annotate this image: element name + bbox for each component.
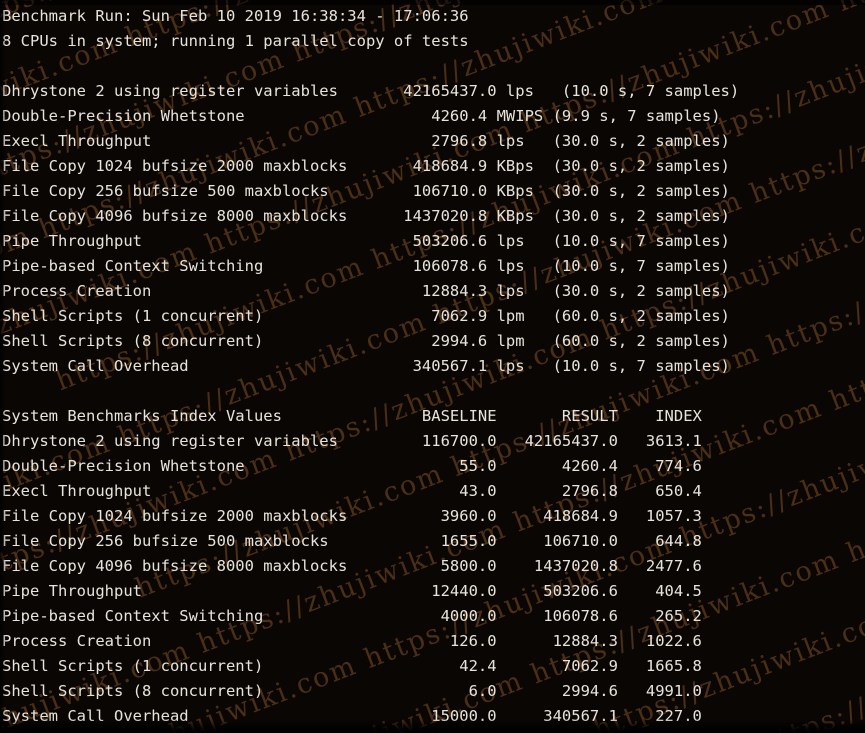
cpu-info-line: 8 CPUs in system; running 1 parallel cop… [2,32,469,50]
raw-result-row: Execl Throughput 2796.8 lps (30.0 s, 2 s… [2,132,730,150]
raw-result-row: Shell Scripts (1 concurrent) 7062.9 lpm … [2,307,730,325]
index-table-row: Pipe-based Context Switching 4000.0 1060… [2,607,702,625]
index-table-row: File Copy 256 bufsize 500 maxblocks 1655… [2,532,702,550]
raw-result-row: File Copy 4096 bufsize 8000 maxblocks 14… [2,207,730,225]
raw-result-row: Shell Scripts (8 concurrent) 2994.6 lpm … [2,332,730,350]
raw-result-row: System Call Overhead 340567.1 lps (10.0 … [2,357,730,375]
index-table-row: File Copy 1024 bufsize 2000 maxblocks 39… [2,507,702,525]
index-table-row: Shell Scripts (8 concurrent) 6.0 2994.6 … [2,682,702,700]
raw-result-row: Pipe-based Context Switching 106078.6 lp… [2,257,730,275]
index-table-row: Dhrystone 2 using register variables 116… [2,432,702,450]
raw-result-row: File Copy 256 bufsize 500 maxblocks 1067… [2,182,730,200]
index-table-row: System Call Overhead 15000.0 340567.1 22… [2,707,702,725]
raw-result-row: Dhrystone 2 using register variables 421… [2,82,740,100]
raw-result-row: Double-Precision Whetstone 4260.4 MWIPS … [2,107,721,125]
raw-result-row: File Copy 1024 bufsize 2000 maxblocks 41… [2,157,730,175]
index-table-row: File Copy 4096 bufsize 8000 maxblocks 58… [2,557,702,575]
benchmark-run-line: Benchmark Run: Sun Feb 10 2019 16:38:34 … [2,7,469,25]
index-table-row: Execl Throughput 43.0 2796.8 650.4 [2,482,702,500]
index-table-row: Double-Precision Whetstone 55.0 4260.4 7… [2,457,702,475]
raw-result-row: Process Creation 12884.3 lps (30.0 s, 2 … [2,282,730,300]
score-separator: ======== [2,729,865,733]
raw-result-row: Pipe Throughput 503206.6 lps (10.0 s, 7 … [2,232,730,250]
index-table-row: Shell Scripts (1 concurrent) 42.4 7062.9… [2,657,702,675]
terminal-output: Benchmark Run: Sun Feb 10 2019 16:38:34 … [2,4,865,733]
index-table-row: Pipe Throughput 12440.0 503206.6 404.5 [2,582,702,600]
terminal-window[interactable]: https://zhujiwiki.com https://zhujiwiki.… [0,0,865,733]
index-table-row: Process Creation 126.0 12884.3 1022.6 [2,632,702,650]
index-table-header: System Benchmarks Index Values BASELINE … [2,407,702,425]
